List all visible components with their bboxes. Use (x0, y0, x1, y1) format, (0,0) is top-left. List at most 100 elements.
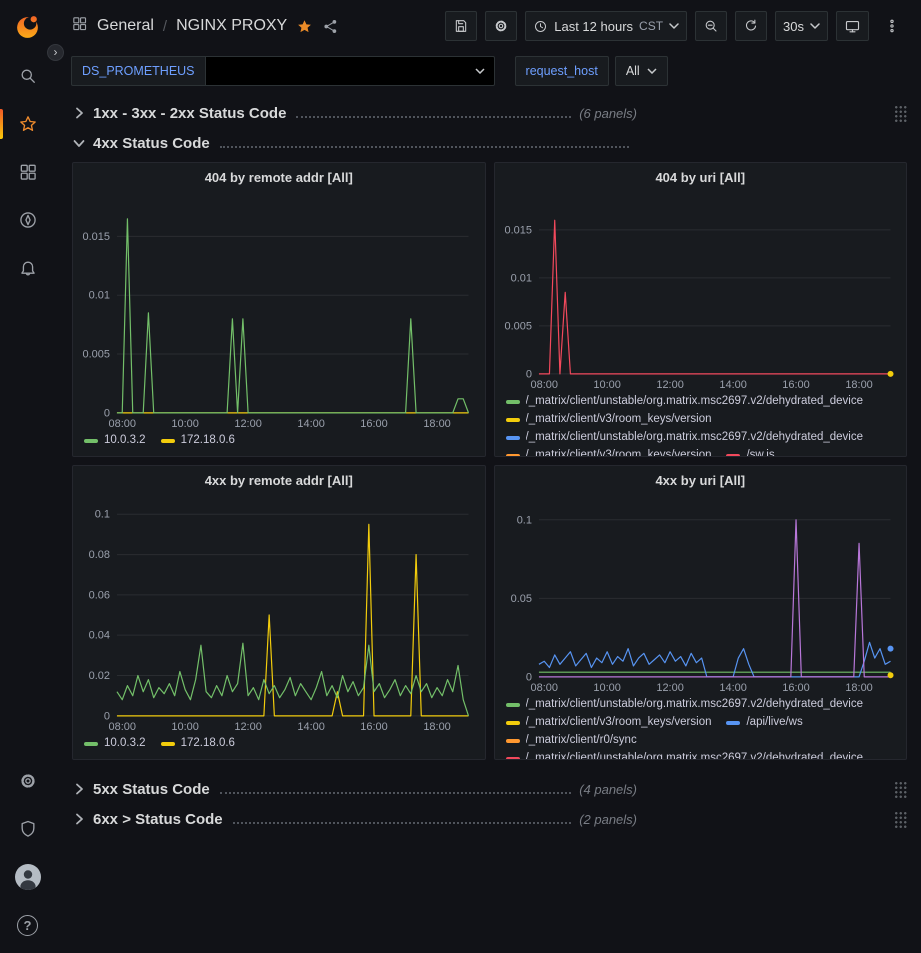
legend-label: /_matrix/client/unstable/org.matrix.msc2… (526, 394, 864, 409)
legend-swatch (506, 454, 520, 457)
sidebar-bottom-group: ? (0, 757, 55, 949)
refresh-button[interactable] (735, 11, 767, 41)
dashboard-settings-button[interactable] (485, 11, 517, 41)
chevron-right-icon (72, 106, 86, 120)
legend-item[interactable]: /api/live/ws (726, 715, 802, 730)
sidebar-item-configuration[interactable] (0, 757, 55, 805)
sidebar-item-server-admin[interactable] (0, 805, 55, 853)
legend-item[interactable]: 10.0.3.2 (84, 433, 146, 448)
timeseries-chart[interactable]: 00.0050.010.01508:0010:0012:0014:0016:00… (73, 191, 485, 431)
more-options-button[interactable] (877, 11, 907, 41)
cycle-view-button[interactable] (836, 11, 869, 41)
refresh-interval-select[interactable]: 30s (775, 11, 828, 41)
svg-text:18:00: 18:00 (845, 379, 872, 391)
sidebar-item-explore[interactable] (0, 196, 55, 244)
legend-label: /_matrix/client/unstable/org.matrix.msc2… (526, 751, 864, 759)
timezone-label: CST (639, 19, 663, 33)
legend-label: /_matrix/client/unstable/org.matrix.msc2… (526, 430, 864, 445)
row-drag-handle[interactable] (894, 781, 907, 798)
svg-text:16:00: 16:00 (782, 379, 809, 391)
sidebar-item-alerting[interactable] (0, 244, 55, 292)
datasource-variable: DS_PROMETHEUS (71, 56, 495, 86)
chevron-down-icon (669, 23, 679, 29)
zoom-out-icon (703, 18, 719, 34)
shield-icon (18, 819, 38, 839)
dotted-leader (233, 822, 572, 824)
legend-swatch (506, 739, 520, 743)
favorite-star-icon[interactable] (296, 18, 313, 35)
panel-title[interactable]: 404 by remote addr [All] (73, 163, 485, 191)
row-header-4xx[interactable]: 4xx Status Code (72, 128, 907, 158)
dashboard-canvas: 1xx - 3xx - 2xx Status Code (6 panels) 4… (55, 90, 921, 953)
datasource-variable-select[interactable] (205, 56, 495, 86)
legend-item[interactable]: /_matrix/client/unstable/org.matrix.msc2… (506, 394, 864, 409)
svg-text:16:00: 16:00 (360, 418, 387, 430)
svg-text:0.005: 0.005 (504, 320, 531, 332)
legend-item[interactable]: /_matrix/client/unstable/org.matrix.msc2… (506, 430, 864, 445)
legend-item[interactable]: 172.18.0.6 (161, 433, 235, 448)
time-range-label: Last 12 hours (554, 19, 633, 34)
legend-item[interactable]: /_matrix/client/unstable/org.matrix.msc2… (506, 751, 864, 759)
svg-text:0.06: 0.06 (89, 589, 110, 601)
panel-title[interactable]: 4xx by remote addr [All] (73, 466, 485, 494)
svg-text:18:00: 18:00 (423, 721, 450, 733)
navbar: General / NGINX PROXY (55, 0, 921, 52)
save-dashboard-button[interactable] (445, 11, 477, 41)
row-header-1xx-3xx-2xx[interactable]: 1xx - 3xx - 2xx Status Code (6 panels) (72, 98, 907, 128)
row-drag-handle[interactable] (894, 105, 907, 122)
dotted-leader (220, 792, 571, 794)
row-drag-handle[interactable] (894, 811, 907, 828)
grafana-logo-icon (14, 13, 41, 40)
sidebar-item-help[interactable]: ? (0, 901, 55, 949)
sidebar-item-profile[interactable] (0, 853, 55, 901)
request-host-variable-select[interactable]: All (615, 56, 668, 86)
share-icon[interactable] (322, 18, 339, 35)
svg-text:0.04: 0.04 (89, 630, 110, 642)
chevron-right-icon (72, 812, 86, 826)
svg-text:08:00: 08:00 (530, 682, 557, 694)
zoom-out-button[interactable] (695, 11, 727, 41)
help-icon: ? (17, 915, 38, 936)
legend-swatch (506, 400, 520, 404)
svg-text:10:00: 10:00 (593, 682, 620, 694)
row-header-5xx[interactable]: 5xx Status Code (4 panels) (72, 774, 907, 804)
timeseries-chart[interactable]: 00.0050.010.01508:0010:0012:0014:0016:00… (495, 191, 907, 392)
sidebar-expand-button[interactable]: › (47, 44, 64, 61)
svg-text:10:00: 10:00 (171, 721, 198, 733)
legend-item[interactable]: /sw.js (726, 448, 774, 456)
sidebar-item-dashboards[interactable] (0, 148, 55, 196)
breadcrumb-section[interactable]: General (97, 17, 154, 35)
legend-item[interactable]: /_matrix/client/v3/room_keys/version (506, 715, 712, 730)
legend-label: /api/live/ws (746, 715, 802, 730)
row-panel-count: (2 panels) (579, 812, 637, 827)
dotted-leader (296, 116, 571, 118)
sidebar-item-starred[interactable] (0, 100, 55, 148)
timeseries-chart[interactable]: 00.020.040.060.080.108:0010:0012:0014:00… (73, 494, 485, 734)
legend-label: /_matrix/client/v3/room_keys/version (526, 448, 712, 456)
legend-item[interactable]: /_matrix/client/unstable/org.matrix.msc2… (506, 697, 864, 712)
gear-icon (18, 771, 38, 791)
request-host-variable-label: request_host (515, 56, 609, 86)
legend-item[interactable]: /_matrix/client/r0/sync (506, 733, 637, 748)
app-root: ? › General / NGINX PROXY (0, 0, 921, 953)
sidebar: ? (0, 0, 55, 953)
kebab-icon (884, 18, 900, 34)
panel-title[interactable]: 4xx by uri [All] (495, 466, 907, 494)
panel-title[interactable]: 404 by uri [All] (495, 163, 907, 191)
sidebar-item-search[interactable] (0, 52, 55, 100)
svg-text:14:00: 14:00 (719, 379, 746, 391)
main-area: General / NGINX PROXY (55, 0, 921, 953)
breadcrumb-dashboard-title[interactable]: NGINX PROXY (176, 17, 287, 35)
legend-swatch (84, 439, 98, 443)
svg-text:0.015: 0.015 (504, 224, 531, 236)
navbar-actions: Last 12 hours CST 30s (445, 11, 907, 41)
time-range-picker[interactable]: Last 12 hours CST (525, 11, 687, 41)
grafana-logo-icon[interactable] (0, 0, 55, 52)
legend-item[interactable]: /_matrix/client/v3/room_keys/version (506, 448, 712, 456)
legend-item[interactable]: 172.18.0.6 (161, 736, 235, 751)
row-header-6xx[interactable]: 6xx > Status Code (2 panels) (72, 804, 907, 834)
legend-label: /_matrix/client/v3/room_keys/version (526, 715, 712, 730)
timeseries-chart[interactable]: 00.050.108:0010:0012:0014:0016:0018:00 (495, 494, 907, 695)
legend-item[interactable]: /_matrix/client/v3/room_keys/version (506, 412, 712, 427)
legend-item[interactable]: 10.0.3.2 (84, 736, 146, 751)
